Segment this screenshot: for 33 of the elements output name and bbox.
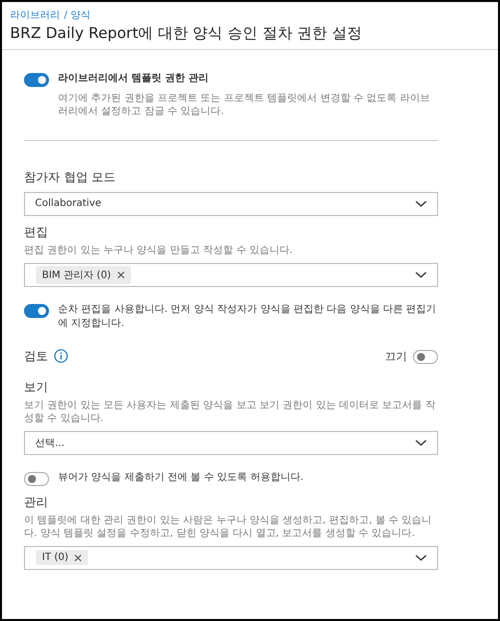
field-description: 보기 권한이 있는 모든 사용자는 제출된 양식을 보고 보기 권한이 있는 데이터로 보고서를 작성할 수 있습니다. [24,398,436,424]
user-tag: BIM 관리자 (0) [36,266,131,284]
viewers-dropdown[interactable]: 선택... [24,430,438,454]
chevron-down-icon [415,554,427,562]
chevron-down-icon [415,270,427,278]
field-label: 관리 [24,494,49,510]
user-tag: IT (0) [36,550,88,565]
toggle-switch[interactable] [24,73,49,87]
info-icon[interactable] [54,349,68,363]
close-icon[interactable] [116,270,125,278]
toggle-switch[interactable] [413,350,438,364]
chevron-down-icon [415,200,427,208]
breadcrumb-link[interactable]: 라이브러리 [10,8,60,22]
field-description: 편집 권한이 있는 누구나 양식을 만들고 작성할 수 있습니다. [24,244,294,256]
field-label: 편집 [24,224,49,240]
toggle-label: 순차 편집을 사용합니다. 먼저 양식 작성자가 양식을 편집한 다음 양식을 다른 편집기에 지정합니다. [58,302,438,331]
toggle-label: 뷰어가 양식을 제출하기 전에 볼 수 있도록 허용합니다. [58,470,304,485]
editors-dropdown[interactable]: BIM 관리자 (0) [24,262,438,286]
managers-dropdown[interactable]: IT (0) [24,546,438,570]
section-label: 검토 [24,348,48,364]
chevron-down-icon [415,438,427,446]
toggle-label: 라이브러리에서 템플릿 권한 관리 [58,72,210,86]
close-icon[interactable] [74,554,82,562]
field-label: 참가자 협업 모드 [24,168,117,186]
toggle-switch[interactable] [24,472,49,486]
toggle-description: 여기에 추가된 권한을 프로젝트 또는 프로젝트 템플릿에서 변경할 수 없도록 라이브러리에서 설정하고 잠글 수 있습니다. [58,92,431,118]
page-title: BRZ Daily Report에 대한 양식 승인 절차 권한 설정 [10,24,363,43]
toggle-state-label: 끄기 [385,348,407,364]
toggle-switch[interactable] [24,304,49,318]
mode-dropdown[interactable]: Collaborative [24,192,438,216]
field-description: 이 템플릿에 대한 관리 권한이 있는 사람은 누구나 양식을 생성하고, 편집하고, 볼 수 있습니다. 양식 템플릿 설정을 수정하고, 닫힌 양식을 다시 열고, 보고서를 생성할 수 있습니다. [24,514,433,540]
field-label: 보기 [24,378,49,396]
breadcrumb-link[interactable]: / 양식 [64,8,91,22]
